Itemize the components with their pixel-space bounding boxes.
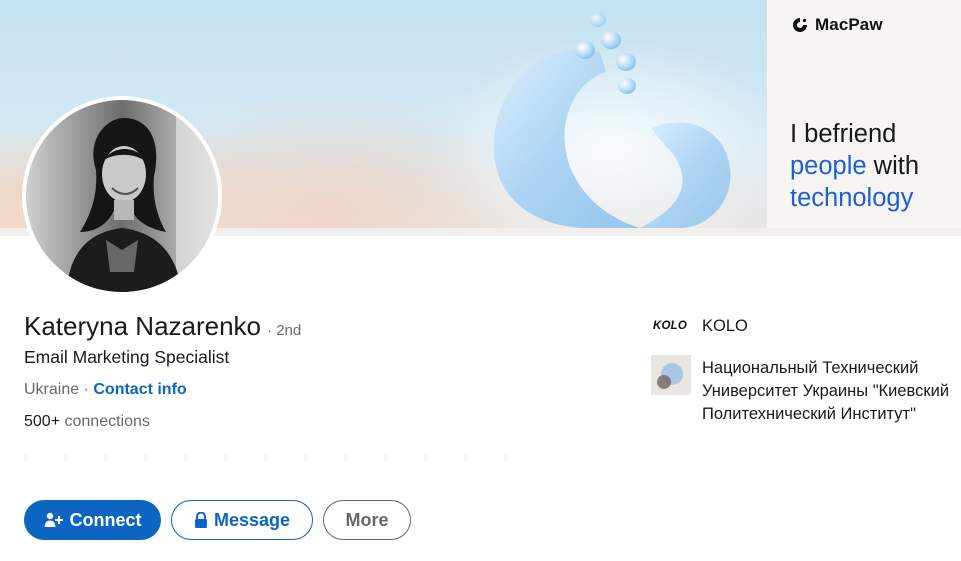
- avatar-photo: [26, 100, 218, 292]
- company-name: KOLO: [702, 317, 748, 335]
- kolo-logo: KOLO: [652, 320, 688, 332]
- connect-button[interactable]: Connect: [24, 500, 161, 540]
- education-kpi[interactable]: Национальный Технический Университет Укр…: [651, 355, 952, 426]
- tagline-line-3: technology: [790, 184, 914, 212]
- tagline-with: with: [866, 152, 920, 180]
- message-label: Message: [213, 509, 291, 530]
- banner-tagline: I befriend people with technology: [790, 118, 919, 214]
- profile-headline: Email Marketing Specialist: [24, 347, 230, 367]
- connections-count[interactable]: 500+ connections: [24, 413, 150, 431]
- location-separator: ·: [79, 381, 94, 398]
- macpaw-logo: MacPaw: [791, 15, 883, 35]
- contact-info-link[interactable]: Contact info: [93, 381, 186, 398]
- more-label: More: [345, 509, 389, 530]
- profile-name-row: Kateryna Nazarenko · 2nd: [24, 311, 301, 342]
- add-person-icon: [44, 512, 64, 528]
- connection-degree: · 2nd: [267, 322, 302, 339]
- profile-avatar[interactable]: [22, 96, 222, 296]
- faded-mutual-row: [24, 455, 534, 461]
- kpi-logo: [651, 355, 691, 395]
- lock-icon: [194, 512, 208, 528]
- macpaw-logo-text: MacPaw: [815, 15, 883, 34]
- connections-number: 500+: [24, 413, 61, 430]
- banner-brand-panel: MacPaw I befriend people with technology: [767, 0, 961, 228]
- school-name: Национальный Технический Университет Укр…: [702, 359, 950, 423]
- avatar-portrait-image: [26, 100, 218, 292]
- message-button[interactable]: Message: [171, 500, 313, 540]
- macpaw-icon: [793, 18, 807, 32]
- connections-label: connections: [60, 413, 150, 430]
- connect-label: Connect: [69, 509, 142, 530]
- more-button[interactable]: More: [323, 500, 411, 540]
- profile-location-row: Ukraine · Contact info: [24, 381, 187, 399]
- tagline-line-1: I befriend: [790, 120, 897, 148]
- tagline-line-2: people with: [790, 150, 919, 182]
- profile-name: Kateryna Nazarenko: [24, 311, 262, 341]
- profile-location: Ukraine: [24, 381, 80, 398]
- tagline-people: people: [790, 152, 867, 180]
- current-company-kolo[interactable]: KOLO KOLO: [651, 316, 748, 338]
